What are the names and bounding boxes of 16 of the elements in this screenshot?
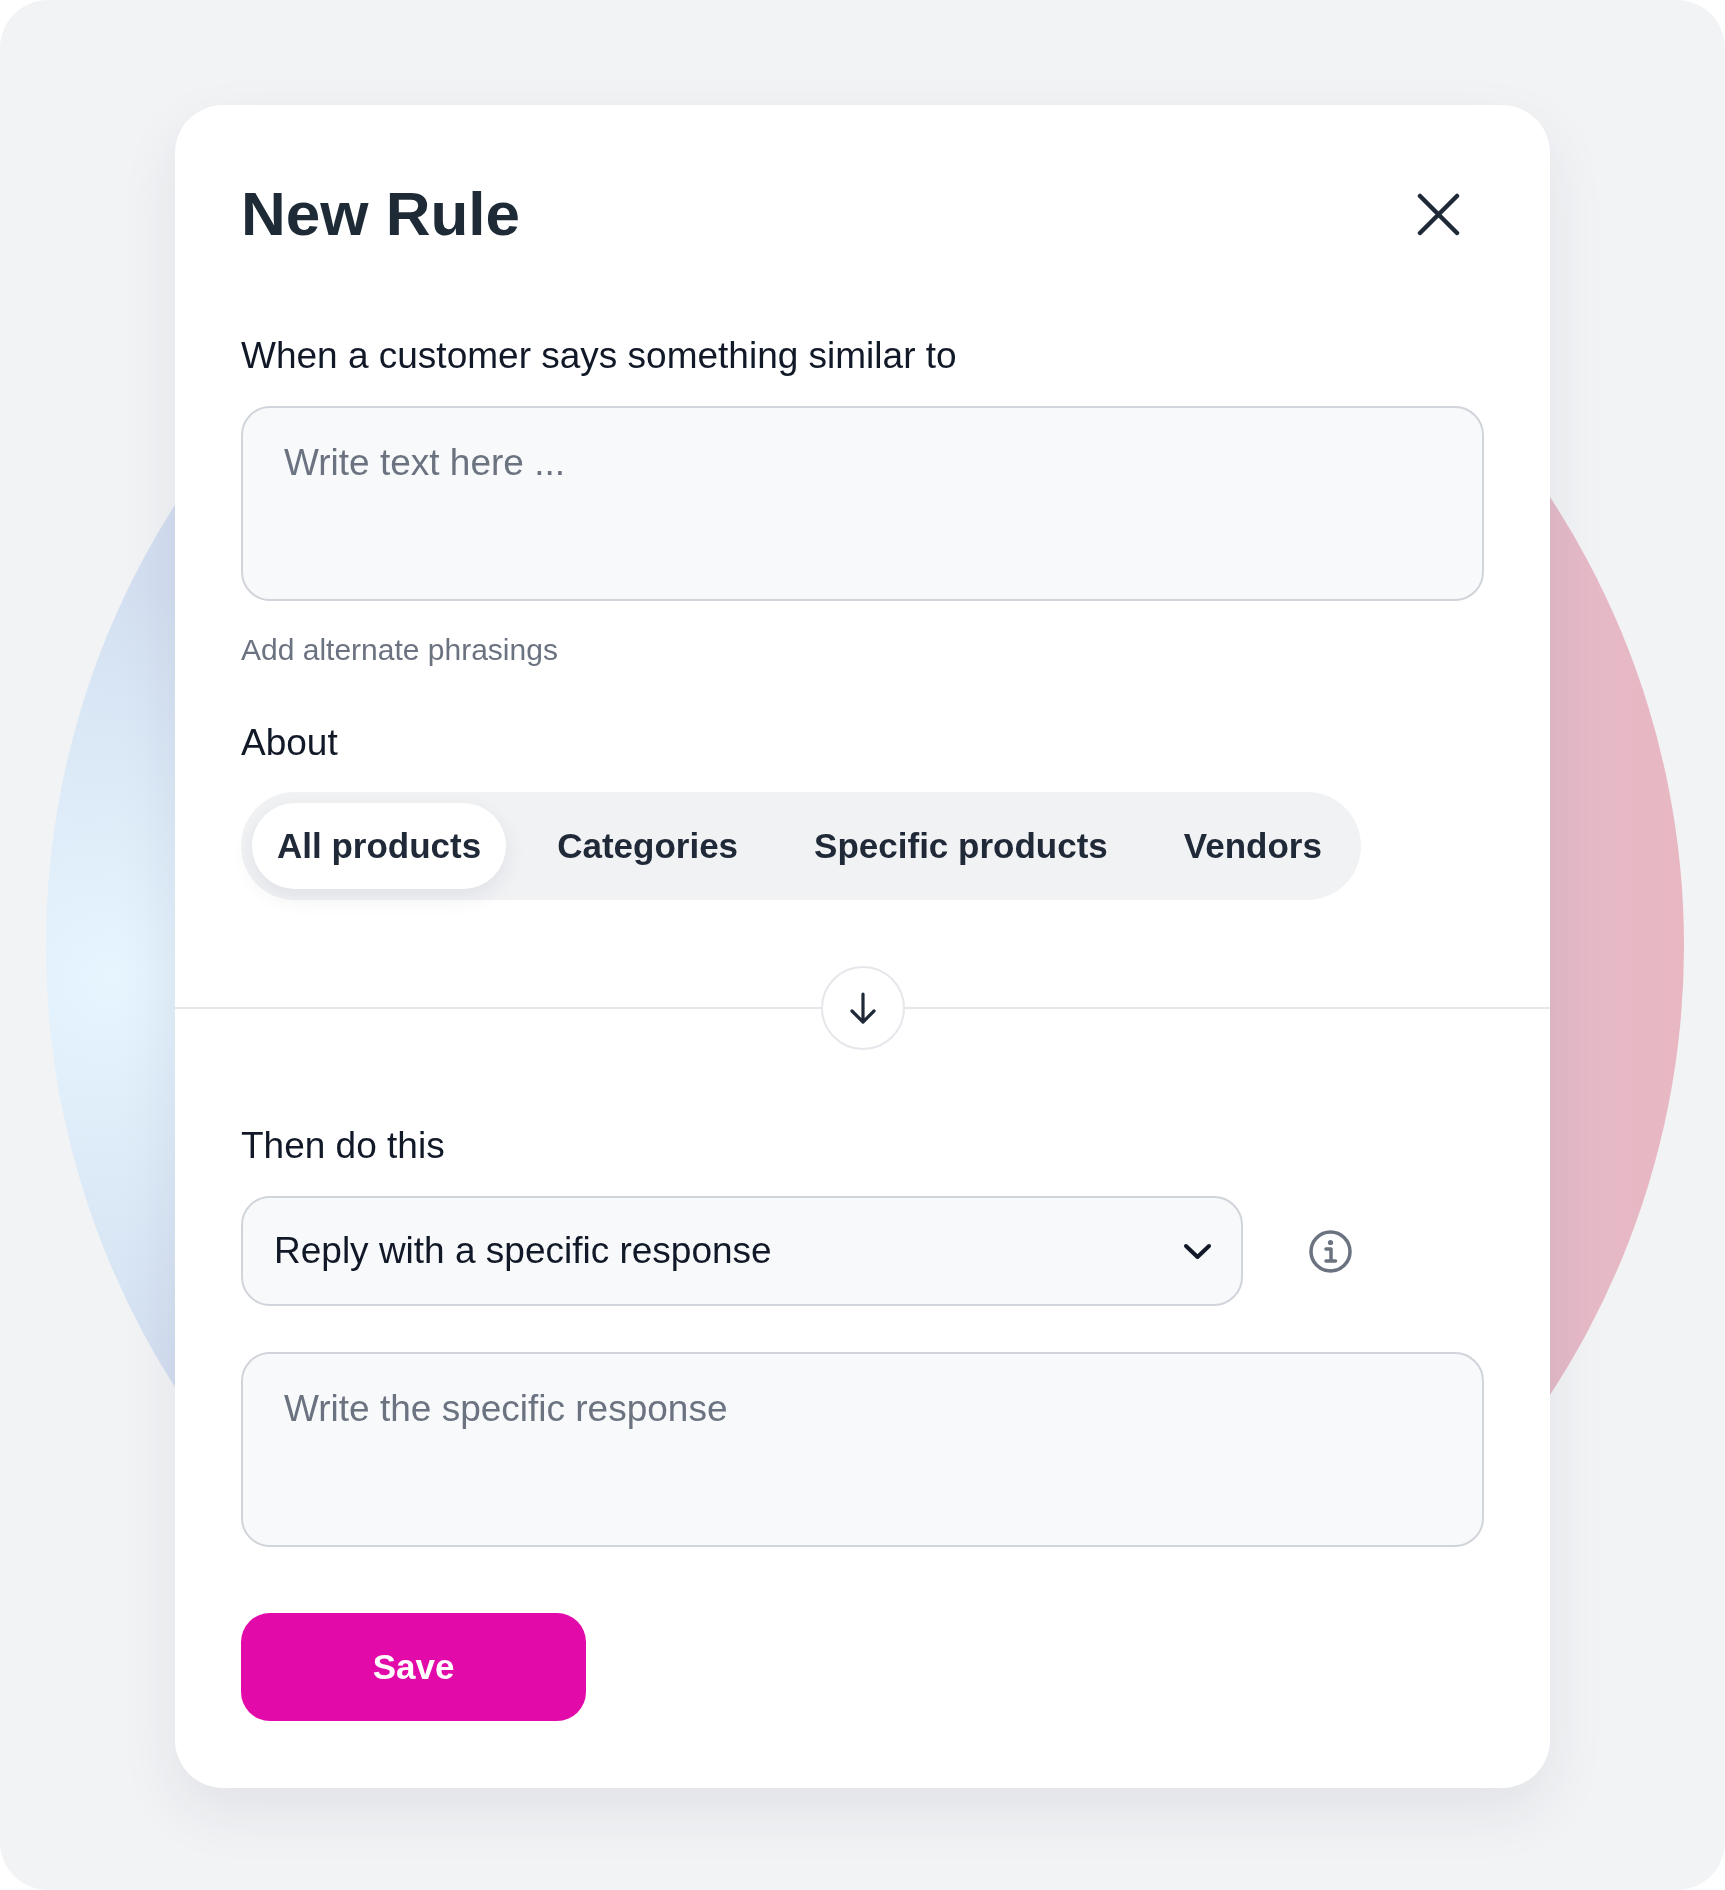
phrase-input[interactable]: Write text here ...	[241, 406, 1484, 601]
alternate-phrasings-link[interactable]: Add alternate phrasings	[241, 632, 558, 668]
scope-tab[interactable]: Vendors	[1158, 803, 1347, 889]
save-button[interactable]: Save	[241, 1613, 586, 1721]
close-icon[interactable]	[1417, 192, 1460, 236]
about-label: About	[241, 721, 338, 765]
scope-tab[interactable]: Categories	[532, 803, 764, 889]
dialog-title: New Rule	[241, 178, 521, 250]
scope-tab[interactable]: All products	[252, 803, 507, 889]
response-input[interactable]: Write the specific response	[241, 1352, 1484, 1547]
chevron-down-icon	[1183, 1242, 1212, 1260]
scope-tab[interactable]: Specific products	[789, 803, 1133, 889]
trigger-label: When a customer says something similar to	[241, 334, 957, 378]
action-label: Then do this	[241, 1124, 445, 1168]
info-icon[interactable]	[1309, 1229, 1352, 1273]
action-select[interactable]: Reply with a specific response	[241, 1196, 1243, 1306]
